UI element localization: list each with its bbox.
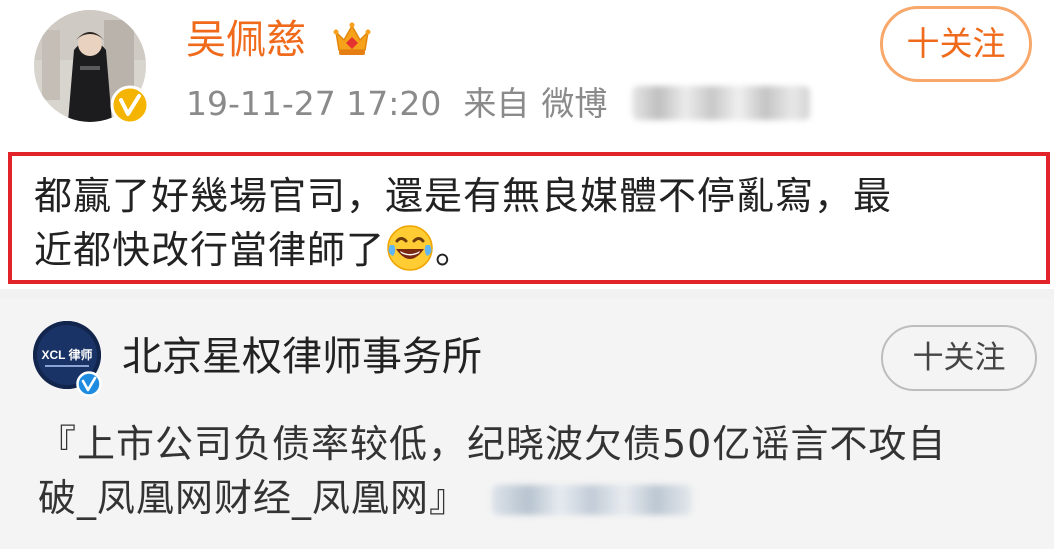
verified-badge-icon [110,85,150,125]
post-meta: 19-11-27 17:20 来自 微博 [186,82,607,126]
follow-button[interactable]: 十关注 [880,6,1032,82]
org-name[interactable]: 北京星权律师事务所 [122,331,482,383]
source-app[interactable]: 微博 [541,84,607,123]
post-content: 都贏了好幾場官司，還是有無良媒體不停亂寫，最 近都快改行當律師了 。 [8,152,1050,284]
org-logo-text: XCL 律师 [41,347,92,362]
repost-article-line-2-wrap: 破_凤凰网财经_凤凰网』 [38,471,1028,525]
laughing-tears-emoji-icon [385,223,435,273]
blurred-link [492,485,693,515]
org-follow-button[interactable]: 十关注 [881,325,1037,391]
post-content-line-2-suffix: 。 [435,228,475,272]
vip-crown-icon [330,16,374,60]
reposted-card[interactable]: XCL 律师 北京星权律师事务所 十关注 『上市公司负债率较低，纪晓波欠债50亿… [0,299,1054,549]
repost-article-title[interactable]: 『上市公司负债率较低，纪晓波欠债50亿谣言不攻自 破_凤凰网财经_凤凰网』 [38,417,1028,525]
section-divider [0,289,1054,299]
source-label: 来自 [463,84,530,123]
post-content-line-1: 都贏了好幾場官司，還是有無良媒體不停亂寫，最 [34,174,893,218]
post-time: 19-11-27 17:20 [186,84,442,123]
repost-article-line-1: 『上市公司负债率较低，纪晓波欠债50亿谣言不攻自 [38,422,947,466]
post-content-line-2: 近都快改行當律師了 。 [34,223,1046,277]
post-content-line-2-prefix: 近都快改行當律師了 [34,228,386,272]
repost-article-line-2: 破_凤凰网财经_凤凰网』 [38,476,469,520]
author-name[interactable]: 吴佩慈 [186,14,306,66]
blurred-device-info [632,86,810,120]
weibo-post: 吴佩慈 19-11-27 17:20 来自 微博 十关注 都贏了好幾場官司，還是有無… [0,0,1054,289]
org-verified-badge-icon [76,371,102,397]
